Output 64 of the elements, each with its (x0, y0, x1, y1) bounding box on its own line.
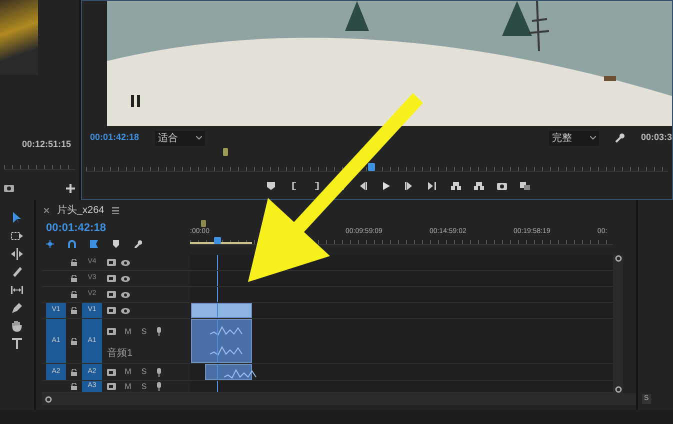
type-tool-icon[interactable] (11, 338, 23, 350)
linked-selection-icon[interactable] (68, 240, 76, 248)
wrench-icon[interactable] (614, 133, 625, 143)
slip-icon[interactable] (11, 284, 23, 296)
scroll-handle-icon[interactable] (45, 396, 52, 402)
track-name: 音频1 (107, 346, 134, 360)
chevron-icon (196, 136, 202, 140)
hand-icon[interactable] (11, 320, 23, 332)
timecode: 00:12:51:15 (22, 138, 71, 151)
add-marker-icon[interactable] (90, 240, 98, 248)
track-toggle[interactable]: S (140, 326, 148, 338)
track-toggle[interactable]: S (140, 366, 148, 378)
marker-icon (223, 148, 228, 156)
track-toggle[interactable]: M (124, 380, 132, 392)
quality-dropdown[interactable]: 完整 (548, 130, 599, 146)
lock-icon[interactable] (71, 291, 77, 298)
scroll-handle-icon[interactable] (614, 386, 622, 393)
go-to-out-icon[interactable] (428, 182, 438, 190)
eye-icon[interactable] (121, 308, 130, 314)
close-icon[interactable] (44, 208, 49, 212)
snap-icon[interactable] (46, 240, 54, 248)
lock-icon[interactable] (71, 259, 77, 266)
track-select-icon[interactable] (11, 230, 23, 242)
playhead-timecode: 00:01:42:18 (90, 131, 140, 144)
eye-icon[interactable] (121, 260, 130, 266)
microphone-icon[interactable] (156, 382, 162, 391)
lock-icon[interactable] (71, 275, 77, 282)
track-toggle[interactable]: M (124, 326, 132, 338)
eye-icon[interactable] (121, 292, 130, 298)
chevron-icon (590, 136, 596, 140)
duration-timecode: 00:03:3 (640, 131, 672, 144)
playhead-timecode: 00:01:42:18 (46, 221, 107, 236)
track-toggle[interactable]: S (140, 380, 148, 392)
camera-icon[interactable] (4, 184, 14, 192)
wrench-icon[interactable] (134, 240, 142, 248)
lift-icon[interactable] (451, 182, 461, 190)
lock-icon[interactable] (71, 368, 77, 376)
pen-icon[interactable] (11, 302, 23, 314)
lock-icon[interactable] (71, 383, 77, 390)
fit-dropdown[interactable]: 适合 (155, 130, 206, 146)
camera-icon[interactable] (497, 182, 507, 190)
microphone-icon[interactable] (156, 327, 162, 336)
play-icon[interactable] (382, 182, 392, 190)
marker-icon[interactable] (112, 240, 120, 248)
sync-lock-icon[interactable] (107, 328, 116, 335)
eye-icon[interactable] (121, 276, 130, 282)
step-back-icon[interactable] (359, 182, 369, 190)
add-marker-icon[interactable] (267, 182, 277, 190)
ripple-edit-icon[interactable] (11, 248, 23, 260)
lock-icon[interactable] (71, 338, 77, 344)
extract-icon[interactable] (474, 182, 484, 190)
menu-icon[interactable] (112, 206, 120, 214)
audio-clip[interactable] (191, 319, 252, 363)
lock-icon[interactable] (71, 307, 77, 314)
selection-tool-icon[interactable] (11, 212, 23, 224)
scroll-handle-icon[interactable] (614, 255, 622, 262)
compare-icon[interactable] (520, 182, 530, 190)
video-clip[interactable] (191, 303, 252, 318)
sequence-tab[interactable]: 片头_x264 (57, 202, 104, 218)
marker-icon (201, 220, 206, 227)
microphone-icon[interactable] (156, 368, 162, 376)
track-toggle[interactable]: M (124, 366, 132, 378)
add-icon[interactable] (66, 184, 75, 192)
razor-icon[interactable] (11, 266, 23, 278)
